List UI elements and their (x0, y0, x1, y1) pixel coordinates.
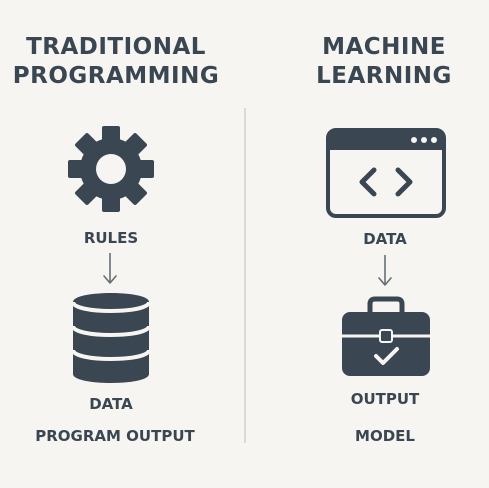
right-title-line1: MACHINE (322, 34, 446, 60)
model-label: MODEL (355, 427, 415, 445)
left-title-line1: TRADITIONAL (26, 34, 206, 60)
machine-learning-title: MACHINE LEARNING (280, 33, 488, 91)
column-divider (244, 108, 246, 443)
database-icon (70, 290, 152, 386)
code-window-icon (326, 128, 446, 218)
data-label-left: DATA (89, 395, 133, 413)
traditional-programming-title: TRADITIONAL PROGRAMMING (0, 33, 232, 91)
right-title-line2: LEARNING (316, 63, 452, 89)
down-arrow-left (102, 252, 118, 286)
gear-icon (66, 124, 156, 214)
rules-label: RULES (83, 229, 139, 247)
left-title-line2: PROGRAMMING (12, 63, 220, 89)
down-arrow-right (377, 254, 393, 288)
briefcase-check-icon (340, 296, 432, 378)
program-output-label: PROGRAM OUTPUT (35, 427, 195, 445)
output-label: OUTPUT (350, 390, 420, 408)
data-label-right: DATA (363, 230, 407, 248)
